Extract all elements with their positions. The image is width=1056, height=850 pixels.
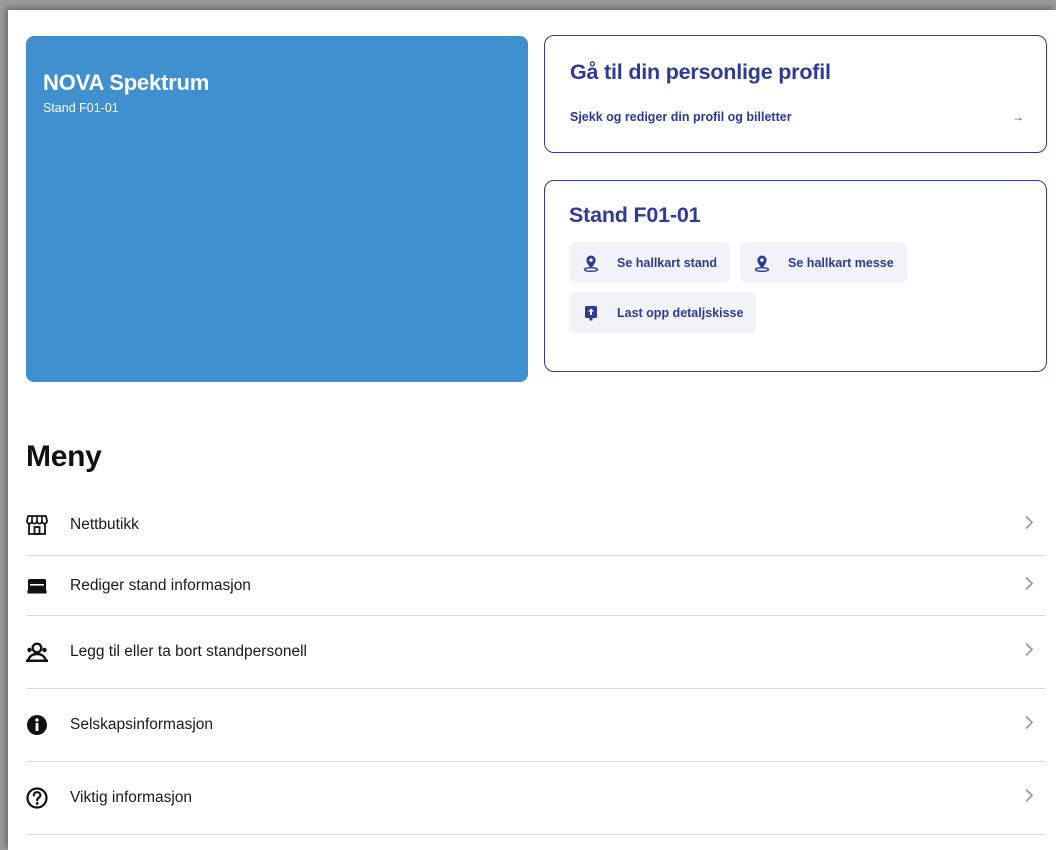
menu-item-label: Legg til eller ta bort standpersonell (70, 643, 307, 660)
info-icon (24, 712, 50, 738)
stand-card: Stand F01-01 Se hallkart stand Se hallka… (544, 180, 1047, 372)
stand-card-title: Stand F01-01 (569, 203, 701, 227)
profile-link[interactable]: Sjekk og rediger din profil og billetter… (570, 110, 1024, 124)
chevron-right-icon (1024, 575, 1034, 596)
menu-item-label: Rediger stand informasjon (70, 576, 251, 594)
chevron-right-icon (1024, 642, 1034, 663)
stand-icon (24, 573, 50, 599)
profile-link-text: Sjekk og rediger din profil og billetter (570, 110, 792, 124)
map-pin-icon (753, 254, 771, 272)
menu-item-label: Selskapsinformasjon (70, 716, 214, 733)
chevron-right-icon (1024, 514, 1034, 535)
exhibitor-stand: Stand F01-01 (43, 101, 119, 115)
menu-item-company-info[interactable]: Selskapsinformasjon (26, 689, 1046, 762)
exhibitor-name: NOVA Spektrum (43, 70, 210, 95)
hallmap-stand-button[interactable]: Se hallkart stand (569, 242, 731, 283)
hallmap-fair-label: Se hallkart messe (788, 255, 894, 270)
upload-sketch-label: Last opp detaljskisse (617, 305, 744, 320)
menu-item-nettbutikk[interactable]: Nettbutikk (26, 494, 1046, 556)
storefront-icon (24, 512, 50, 538)
menu-item-label: Nettbutikk (70, 515, 139, 533)
map-pin-icon (582, 254, 600, 272)
upload-sketch-button[interactable]: Last opp detaljskisse (569, 292, 757, 333)
menu-item-important-info[interactable]: Viktig informasjon (26, 762, 1046, 835)
menu-item-edit-stand[interactable]: Rediger stand informasjon (26, 556, 1046, 616)
app-window: NOVA Spektrum Stand F01-01 Gå til din pe… (8, 10, 1056, 850)
hallmap-fair-button[interactable]: Se hallkart messe (740, 242, 907, 283)
chevron-right-icon (1024, 715, 1034, 736)
menu-item-staff[interactable]: Legg til eller ta bort standpersonell (26, 616, 1046, 689)
people-icon (24, 639, 50, 665)
profile-card-title: Gå til din personlige profil (570, 60, 831, 84)
menu-title: Meny (26, 440, 102, 473)
hallmap-stand-label: Se hallkart stand (617, 255, 718, 270)
stand-actions: Se hallkart stand Se hallkart messe Last… (569, 242, 949, 333)
chevron-right-icon (1024, 788, 1034, 809)
upload-icon (582, 304, 600, 322)
question-icon (24, 785, 50, 811)
menu-item-label: Viktig informasjon (70, 789, 193, 806)
menu-list: Nettbutikk Rediger stand informasjon Leg… (26, 494, 1046, 835)
profile-card[interactable]: Gå til din personlige profil Sjekk og re… (544, 35, 1047, 153)
arrow-right-icon: → (1012, 110, 1024, 124)
exhibitor-card: NOVA Spektrum Stand F01-01 (26, 36, 528, 382)
